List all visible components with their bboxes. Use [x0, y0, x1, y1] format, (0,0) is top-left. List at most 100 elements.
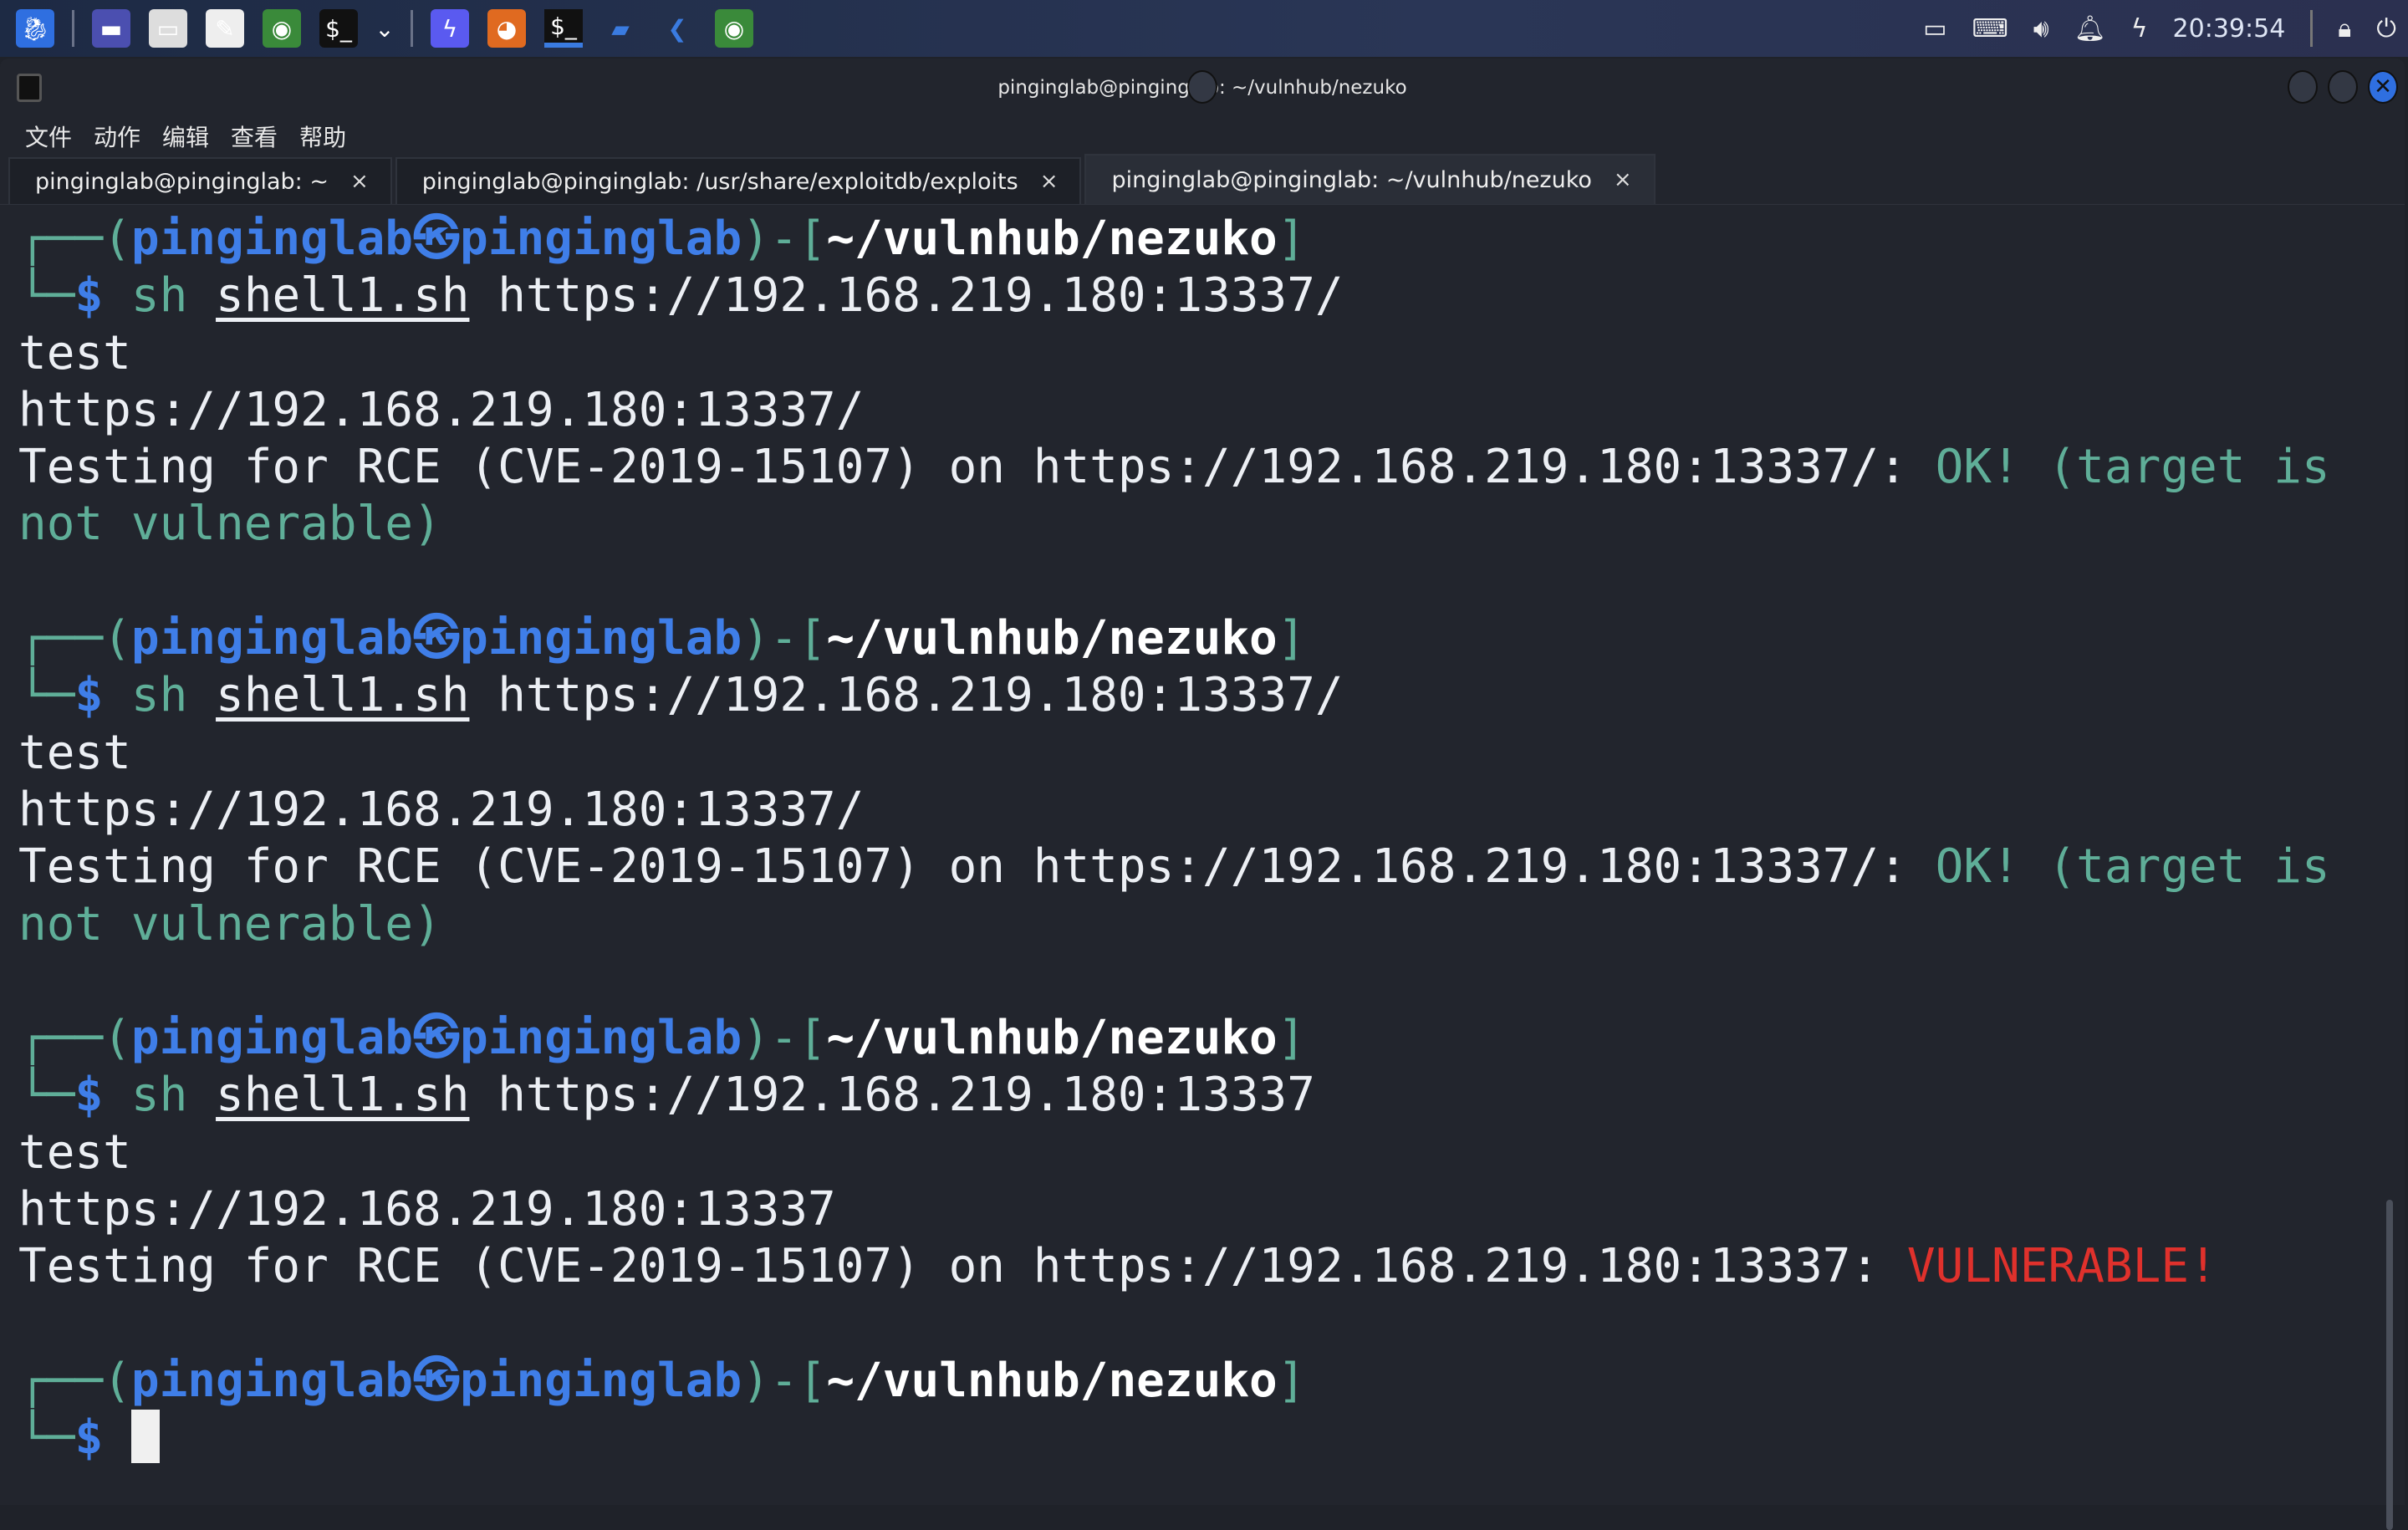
prompt-dir: ~/vulnhub/nezuko — [826, 611, 1278, 666]
terminal-icon[interactable]: $_ — [319, 9, 358, 48]
prompt-mid: )-[ — [742, 611, 827, 666]
burp-icon[interactable]: ϟ — [431, 9, 469, 48]
command-url: https://192.168.219.180:13337/ — [497, 268, 1344, 324]
command: sh — [130, 668, 188, 723]
prompt-dir: ~/vulnhub/nezuko — [826, 1011, 1278, 1066]
prompt-user: pinginglab㉿pinginglab — [130, 1011, 742, 1066]
test-result-line: Testing for RCE (CVE-2019-15107) on http… — [18, 1238, 2330, 1295]
taskbar: 🐉︎ ▬ ▭ ✎ ◉ $_ ⌄ ϟ ◕ $_ ▰ ❮ ◉ ▭ ⌨ 🔊︎ 🔔︎ ϟ 20:39:54 🔒︎… — [0, 0, 2408, 57]
output-line: https://192.168.219.180:13337 — [18, 1182, 836, 1237]
bell-icon[interactable]: 🔔︎ — [2074, 14, 2106, 43]
title-bar: pinginglab@pinginglab: ~/vulnhub/nezuko … — [0, 59, 2405, 117]
tab[interactable]: pinginglab@pinginglab: ~/vulnhub/nezuko × — [1084, 154, 1656, 204]
volume-icon[interactable]: 🔊︎ — [2033, 14, 2049, 43]
tab-bar: pinginglab@pinginglab: ~ × pinginglab@ping… — [0, 154, 2405, 205]
prompt-line: ┌──(pinginglab㉿pinginglab)-[~/vulnhub/ne… — [18, 610, 2330, 667]
prompt-end: ] — [1277, 1011, 1306, 1066]
tab-label: pinginglab@pinginglab: ~/vulnhub/nezuko — [1111, 166, 1592, 193]
prompt-frame-top: ┌──( — [18, 611, 131, 666]
prompt-user: pinginglab㉿pinginglab — [130, 611, 742, 666]
lock-icon[interactable]: 🔒︎ — [2338, 14, 2351, 43]
test-text: Testing for RCE (CVE-2019-15107) on http… — [18, 440, 1936, 495]
logout-icon[interactable]: ⏻ — [2376, 14, 2396, 43]
prompt-end: ] — [1277, 611, 1306, 666]
output-line: https://192.168.219.180:13337/ — [18, 782, 865, 837]
result-continuation: not vulnerable) — [18, 497, 441, 552]
vscode-icon[interactable]: ❮ — [658, 9, 696, 48]
command: sh — [130, 1068, 188, 1123]
menu-item[interactable]: 编辑 — [162, 120, 209, 153]
menu-item[interactable]: 文件 — [25, 120, 72, 153]
prompt-end: ] — [1277, 1353, 1306, 1408]
ok-status: OK! (target is — [1935, 839, 2330, 895]
prompt-frame-top: ┌──( — [18, 212, 131, 266]
test-text: Testing for RCE (CVE-2019-15107) on http… — [18, 1239, 1907, 1294]
prompt-frame-top: ┌──( — [18, 1353, 131, 1408]
prompt-frame-bottom: └─ — [18, 1068, 75, 1123]
tray-divider — [2310, 10, 2314, 47]
tab-label: pinginglab@pinginglab: /usr/share/exploi… — [421, 168, 1018, 195]
taskbar-divider — [411, 10, 413, 47]
command-line: └─$ sh shell1.sh https://192.168.219.180… — [18, 667, 2330, 724]
menu-item[interactable]: 帮助 — [299, 120, 346, 153]
menu-item[interactable]: 动作 — [94, 120, 140, 153]
output-line: test — [18, 325, 131, 380]
prompt-end: ] — [1277, 212, 1306, 266]
battery-icon[interactable]: ϟ — [2131, 14, 2148, 43]
close-icon[interactable]: × — [1040, 169, 1059, 194]
terminal-output[interactable]: ┌──(pinginglab㉿pinginglab)-[~/vulnhub/ne… — [18, 211, 2330, 1467]
tab[interactable]: pinginglab@pinginglab: ~ × — [8, 157, 392, 204]
minimize-button[interactable] — [1187, 70, 1217, 104]
maximize-button[interactable] — [2328, 70, 2358, 104]
command-line: └─$ — [18, 1410, 2330, 1466]
minimize-button[interactable] — [2288, 70, 2318, 104]
keyboard-icon[interactable]: ⌨ — [1972, 14, 2008, 43]
command-line: └─$ sh shell1.sh https://192.168.219.180… — [18, 1067, 2330, 1124]
close-icon[interactable]: × — [350, 169, 369, 194]
output-line: test — [18, 1125, 131, 1180]
prompt-frame-top: ┌──( — [18, 1011, 131, 1066]
tab[interactable]: pinginglab@pinginglab: /usr/share/exploi… — [395, 157, 1082, 204]
close-button[interactable]: ✕ — [2368, 70, 2398, 104]
prompt-mid: )-[ — [742, 1353, 827, 1408]
prompt-dollar: $ — [74, 1410, 104, 1466]
test-result-line: Testing for RCE (CVE-2019-15107) on http… — [18, 839, 2330, 895]
command-arg: shell1.sh — [216, 668, 470, 723]
clock[interactable]: 20:39:54 — [2173, 14, 2286, 43]
prompt-line: ┌──(pinginglab㉿pinginglab)-[~/vulnhub/ne… — [18, 1010, 2330, 1067]
prompt-frame-bottom: └─ — [18, 668, 75, 723]
prompt-mid: )-[ — [742, 212, 827, 266]
menu-item[interactable]: 查看 — [231, 120, 278, 153]
output-line: https://192.168.219.180:13337/ — [18, 382, 865, 437]
folder-icon[interactable]: ▰ — [601, 9, 640, 48]
text-editor-icon[interactable]: ✎ — [206, 9, 244, 48]
prompt-dollar: $ — [74, 1068, 104, 1123]
terminal-icon[interactable]: $_ — [544, 9, 583, 48]
menu-bar: 文件 动作 编辑 查看 帮助 — [0, 117, 2405, 155]
network-icon[interactable]: ▭ — [1923, 14, 1946, 43]
firefox-icon[interactable]: ◕ — [487, 9, 526, 48]
prompt-mid: )-[ — [742, 1011, 827, 1066]
dropdown-icon[interactable]: ⌄ — [375, 9, 394, 48]
scrollbar[interactable] — [2386, 1200, 2393, 1530]
prompt-frame-bottom: └─ — [18, 268, 75, 324]
command-url: https://192.168.219.180:13337/ — [497, 668, 1344, 723]
workspace-icon[interactable]: ▬ — [92, 9, 130, 48]
command-line: └─$ sh shell1.sh https://192.168.219.180… — [18, 268, 2330, 324]
vulnerable-status: VULNERABLE! — [1906, 1239, 2217, 1294]
chrome-icon[interactable]: ◉ — [715, 9, 753, 48]
file-manager-icon[interactable]: ▭ — [149, 9, 187, 48]
tab-label: pinginglab@pinginglab: ~ — [35, 168, 329, 195]
chrome-icon[interactable]: ◉ — [263, 9, 301, 48]
kali-menu-icon[interactable]: 🐉︎ — [16, 9, 54, 48]
prompt-frame-bottom: └─ — [18, 1410, 75, 1466]
ok-status: OK! (target is — [1935, 440, 2330, 495]
taskbar-divider — [72, 10, 74, 47]
command: sh — [130, 268, 188, 324]
cursor[interactable] — [130, 1410, 160, 1464]
system-tray: ▭ ⌨ 🔊︎ 🔔︎ ϟ 20:39:54 🔒︎ ⏻ — [1923, 0, 2408, 57]
close-icon[interactable]: × — [1614, 167, 1632, 192]
prompt-dollar: $ — [74, 668, 104, 723]
